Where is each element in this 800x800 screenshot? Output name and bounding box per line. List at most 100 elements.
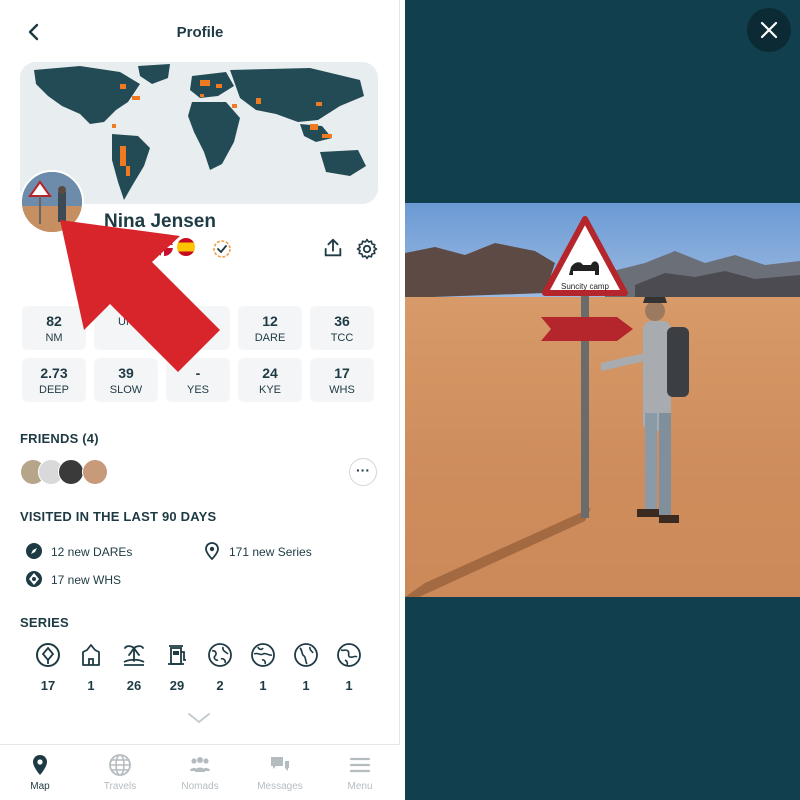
stat-label: YES — [186, 384, 209, 396]
stat-tile-un-plus[interactable]: 30 UN+ — [166, 306, 230, 350]
stat-tile-tcc[interactable]: 36 TCC — [310, 306, 374, 350]
series-count: 29 — [169, 678, 185, 693]
series-count: 26 — [126, 678, 142, 693]
stat-tile-dare[interactable]: 12 DARE — [238, 306, 302, 350]
tab-label: Menu — [347, 781, 373, 792]
series-count: 1 — [345, 678, 353, 693]
tab-label: Messages — [257, 781, 303, 792]
series-title: SERIES — [20, 615, 69, 630]
stat-value: 24 — [262, 365, 278, 381]
visited-dares-label: 12 new DAREs — [51, 545, 133, 559]
friends-title: FRIENDS (4) — [20, 431, 99, 446]
map-pin-icon — [205, 542, 219, 560]
tab-messages[interactable]: Messages — [240, 753, 320, 792]
friend-avatar[interactable] — [82, 459, 108, 485]
stat-label: UN+ — [186, 332, 210, 344]
avatar[interactable] — [20, 170, 84, 234]
globe-icon — [294, 643, 318, 667]
visited-series-label: 171 new Series — [229, 545, 312, 559]
header: Profile — [0, 0, 400, 62]
series-item-globe-4[interactable]: 1 — [331, 642, 367, 693]
stat-value: 82 — [46, 313, 62, 329]
stat-value: 17 — [334, 365, 350, 381]
stat-label: KYE — [258, 384, 281, 396]
compass-icon — [26, 543, 42, 559]
series-item-temple[interactable]: 1 — [73, 642, 109, 693]
page-title: Profile — [176, 24, 224, 41]
profile-name: Nina Jensen — [104, 211, 216, 232]
tab-label: Travels — [103, 781, 137, 792]
tab-label: Nomads — [181, 781, 219, 792]
series-count: 1 — [302, 678, 310, 693]
sign-text: Suncity camp — [561, 282, 610, 291]
temple-icon — [82, 644, 100, 666]
visited-whs-label: 17 new WHS — [51, 573, 122, 587]
map-pin-icon — [33, 755, 47, 775]
series-count: 1 — [87, 678, 95, 693]
stat-label: WHS — [329, 384, 355, 396]
series-item-whs[interactable]: 17 — [30, 642, 66, 693]
series-item-globe-1[interactable]: 2 — [202, 642, 238, 693]
stat-tile-slow[interactable]: 39 SLOW — [94, 358, 158, 402]
stat-value: 30 — [190, 313, 206, 329]
series-item-gas-station[interactable]: 29 — [159, 642, 195, 693]
stat-tile-whs[interactable]: 17 WHS — [310, 358, 374, 402]
gear-icon[interactable] — [355, 237, 379, 261]
stat-tile-un[interactable]: UN — [94, 306, 158, 350]
series-row: 17 1 26 29 2 1 1 1 — [30, 642, 370, 693]
stat-value: - — [195, 365, 201, 381]
profile-photo[interactable]: Suncity camp — [405, 203, 800, 597]
series-count: 1 — [259, 678, 267, 693]
stat-tile-nm[interactable]: 82 NM — [22, 306, 86, 350]
spain-flag-icon — [177, 238, 195, 256]
friends-more-button[interactable]: ··· — [349, 458, 377, 486]
visited-title: VISITED IN THE LAST 90 DAYS — [20, 509, 217, 524]
stat-tile-deep[interactable]: 2.73 DEEP — [22, 358, 86, 402]
globe-icon — [109, 754, 131, 776]
people-icon — [190, 757, 210, 772]
gas-station-icon — [168, 645, 186, 665]
tab-map[interactable]: Map — [0, 753, 80, 792]
denmark-flag-icon — [155, 238, 173, 256]
stat-value: 2.73 — [40, 365, 68, 381]
verified-check-icon — [213, 240, 231, 258]
profile-panel: Profile Nina Jensen 82 NM UN 30 UN+ 12 D… — [0, 0, 400, 800]
stat-label: DARE — [254, 332, 286, 344]
stat-value: 39 — [118, 365, 134, 381]
stat-label: UN — [118, 316, 134, 328]
stat-tile-kye[interactable]: 24 KYE — [238, 358, 302, 402]
series-item-globe-3[interactable]: 1 — [288, 642, 324, 693]
whs-icon — [26, 571, 42, 587]
stat-value: 36 — [334, 313, 350, 329]
globe-icon — [208, 643, 232, 667]
chat-bubbles-icon — [271, 757, 289, 771]
close-icon — [760, 21, 778, 39]
globe-icon — [251, 643, 275, 667]
share-icon[interactable] — [322, 237, 344, 259]
stat-value: 12 — [262, 313, 278, 329]
tab-label: Map — [30, 781, 50, 792]
tab-bar: Map Travels Nomads Messages Menu — [0, 744, 400, 800]
tab-nomads[interactable]: Nomads — [160, 753, 240, 792]
series-count: 17 — [40, 678, 56, 693]
photo-viewer: Suncity camp — [405, 0, 800, 800]
stat-tile-yes[interactable]: - YES — [166, 358, 230, 402]
chevron-down-icon[interactable] — [186, 710, 212, 726]
tab-travels[interactable]: Travels — [80, 753, 160, 792]
stat-label: DEEP — [39, 384, 69, 396]
whs-tree-icon — [36, 643, 60, 667]
tab-menu[interactable]: Menu — [320, 753, 400, 792]
stats-grid: 82 NM UN 30 UN+ 12 DARE 36 TCC 2.73 DEEP 39 SL… — [22, 306, 374, 402]
series-item-globe-2[interactable]: 1 — [245, 642, 281, 693]
close-button[interactable] — [747, 8, 791, 52]
globe-icon — [337, 643, 361, 667]
stat-label: NM — [45, 332, 63, 344]
flags-row — [155, 238, 199, 256]
series-count: 2 — [216, 678, 224, 693]
stat-label: SLOW — [109, 384, 143, 396]
series-item-island[interactable]: 26 — [116, 642, 152, 693]
stat-label: TCC — [330, 332, 354, 344]
palm-island-icon — [123, 645, 145, 666]
hamburger-icon — [349, 757, 371, 773]
friend-avatar[interactable] — [58, 459, 84, 485]
